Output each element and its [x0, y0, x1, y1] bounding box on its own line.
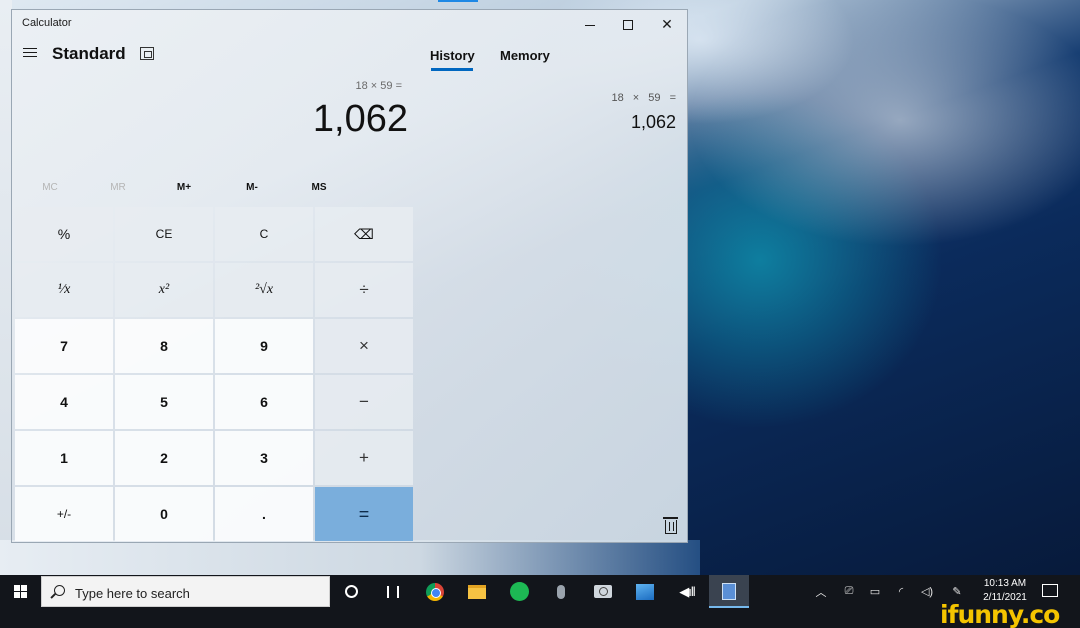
show-hidden-icons-button[interactable]: ︿ — [810, 575, 832, 608]
search-placeholder: Type here to search — [75, 586, 190, 601]
subtract-button[interactable]: − — [315, 375, 413, 429]
windows-logo-icon — [13, 585, 27, 598]
calculator-taskbar-button[interactable] — [709, 575, 749, 608]
equals-button[interactable]: = — [315, 487, 413, 541]
history-expression[interactable]: 18 × 59 = — [532, 92, 677, 104]
digit-1-button[interactable]: 1 — [15, 431, 113, 485]
digit-2-button[interactable]: 2 — [115, 431, 213, 485]
history-result[interactable]: 1,062 — [532, 112, 676, 133]
photos-taskbar-button[interactable] — [625, 575, 665, 608]
memory-recall-button[interactable]: MR — [88, 182, 148, 193]
square-root-button[interactable]: ²√x — [215, 263, 313, 317]
minimize-button[interactable] — [571, 10, 609, 38]
title-bar[interactable]: Calculator ✕ — [12, 10, 687, 38]
speaker-icon: ◁) — [920, 586, 934, 598]
hamburger-menu-icon[interactable] — [23, 48, 37, 60]
decimal-button[interactable]: . — [215, 487, 313, 541]
close-button[interactable]: ✕ — [648, 10, 686, 38]
pen-icon: ✎ — [952, 586, 962, 598]
spotify-icon — [509, 582, 529, 601]
tab-history[interactable]: History — [430, 48, 475, 63]
window-title: Calculator — [22, 17, 72, 29]
clock-time: 10:13 AM — [983, 578, 1027, 589]
digit-5-button[interactable]: 5 — [115, 375, 213, 429]
result-display: 1,062 — [312, 98, 408, 140]
memory-row: MC MR M+ M- MS — [12, 182, 414, 202]
digit-8-button[interactable]: 8 — [115, 319, 213, 373]
desktop-top-accent — [438, 0, 478, 2]
wifi-icon: ◜ — [898, 586, 904, 598]
negate-button[interactable]: +/- — [15, 487, 113, 541]
digit-4-button[interactable]: 4 — [15, 375, 113, 429]
desktop-bottom-area — [0, 540, 700, 575]
square-button[interactable]: x² — [115, 263, 213, 317]
spotify-taskbar-button[interactable] — [499, 575, 539, 608]
maximize-button[interactable] — [609, 10, 647, 38]
task-view-icon — [387, 585, 399, 598]
clear-history-icon[interactable] — [663, 517, 678, 534]
memory-store-button[interactable]: MS — [289, 182, 349, 193]
keypad: % CE C ⌫ ¹⁄x x² ²√x ÷ 7 8 9 × 4 5 6 − 1 … — [15, 207, 415, 542]
divide-button[interactable]: ÷ — [315, 263, 413, 317]
mode-title: Standard — [52, 44, 126, 63]
multiply-button[interactable]: × — [315, 319, 413, 373]
audio-icon: ◀ıll — [679, 583, 695, 599]
minimize-icon — [585, 24, 595, 26]
clear-button[interactable]: C — [215, 207, 313, 261]
audio-app-taskbar-button[interactable]: ◀ıll — [667, 575, 707, 608]
tab-memory[interactable]: Memory — [500, 48, 550, 63]
battery-icon: ▭ — [869, 586, 881, 598]
chrome-taskbar-button[interactable] — [415, 575, 455, 608]
close-icon: ✕ — [661, 16, 673, 32]
maximize-icon — [623, 20, 633, 31]
chrome-icon — [426, 582, 444, 601]
photos-icon — [636, 583, 654, 600]
memory-add-button[interactable]: M+ — [154, 182, 214, 193]
digit-3-button[interactable]: 3 — [215, 431, 313, 485]
volume-button[interactable]: ◁) — [916, 575, 938, 608]
task-view-button[interactable] — [373, 575, 413, 608]
reciprocal-button[interactable]: ¹⁄x — [15, 263, 113, 317]
keep-on-top-icon[interactable] — [140, 47, 154, 60]
taskbar-search-box[interactable]: Type here to search — [41, 576, 330, 607]
folder-icon — [468, 584, 486, 599]
search-icon — [54, 585, 65, 596]
digit-6-button[interactable]: 6 — [215, 375, 313, 429]
calculator-icon — [722, 583, 736, 600]
file-explorer-taskbar-button[interactable] — [457, 575, 497, 608]
digit-7-button[interactable]: 7 — [15, 319, 113, 373]
start-button[interactable] — [0, 575, 40, 608]
meet-now-button[interactable]: ⎚ — [838, 575, 860, 608]
chevron-up-icon: ︿ — [815, 586, 827, 599]
expression-display: 18 × 59 = — [355, 80, 403, 92]
battery-button[interactable]: ▭ — [864, 575, 886, 608]
camera-icon — [594, 585, 612, 598]
add-button[interactable]: + — [315, 431, 413, 485]
bottom-strip — [0, 608, 1080, 628]
taskbar: Type here to search ◀ıll ︿ ⎚ ▭ ◜ ◁) ✎ 10… — [0, 575, 1080, 608]
camera-taskbar-button[interactable] — [583, 575, 623, 608]
digit-0-button[interactable]: 0 — [115, 487, 213, 541]
cortana-icon — [344, 585, 358, 598]
voice-recorder-taskbar-button[interactable] — [541, 575, 581, 608]
meet-now-icon: ⎚ — [844, 585, 854, 597]
microphone-icon — [557, 584, 565, 599]
backspace-button[interactable]: ⌫ — [315, 207, 413, 261]
network-button[interactable]: ◜ — [890, 575, 912, 608]
active-tab-indicator — [431, 68, 473, 71]
digit-9-button[interactable]: 9 — [215, 319, 313, 373]
ifunny-watermark: ifunny.co — [940, 600, 1060, 628]
clear-entry-button[interactable]: CE — [115, 207, 213, 261]
percent-button[interactable]: % — [15, 207, 113, 261]
notification-center-icon[interactable] — [1042, 584, 1058, 597]
calculator-window: Calculator ✕ Standard History Memory 18 … — [11, 9, 688, 543]
memory-subtract-button[interactable]: M- — [222, 182, 282, 193]
cortana-button[interactable] — [331, 575, 371, 608]
memory-clear-button[interactable]: MC — [20, 182, 80, 193]
